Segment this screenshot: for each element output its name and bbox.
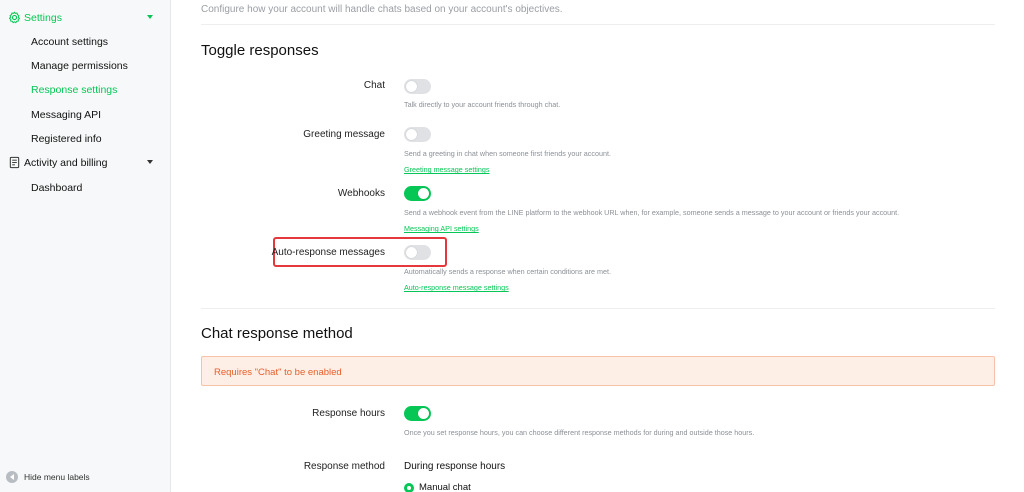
sidebar-section-activity-billing[interactable]: Activity and billing	[0, 151, 171, 175]
sidebar-item-manage-permissions[interactable]: Manage permissions	[31, 60, 128, 73]
webhooks-label: Webhooks	[337, 188, 385, 199]
collapse-arrow-icon	[6, 471, 18, 483]
webhooks-toggle[interactable]	[404, 186, 431, 201]
section-title-chat-response-method: Chat response method	[201, 325, 353, 342]
chevron-down-icon	[147, 15, 153, 19]
hide-menu-labels-text: Hide menu labels	[24, 472, 90, 482]
response-hours-description: Once you set response hours, you can cho…	[404, 428, 755, 437]
sidebar: Settings Account settings Manage permiss…	[0, 0, 171, 492]
toggle-knob	[406, 81, 417, 92]
webhooks-description: Send a webhook event from the LINE platf…	[404, 208, 900, 217]
chat-toggle[interactable]	[404, 79, 431, 94]
document-icon	[9, 156, 20, 169]
gear-icon	[8, 11, 21, 24]
sidebar-item-dashboard[interactable]: Dashboard	[31, 182, 82, 195]
messaging-api-settings-link[interactable]: Messaging API settings	[404, 224, 479, 233]
warning-banner: Requires "Chat" to be enabled	[201, 356, 995, 386]
chat-description: Talk directly to your account friends th…	[404, 100, 561, 109]
greeting-message-label: Greeting message	[303, 129, 385, 140]
toggle-knob	[406, 247, 417, 258]
page-intro: Configure how your account will handle c…	[201, 4, 563, 15]
sidebar-item-account-settings[interactable]: Account settings	[31, 36, 108, 49]
sidebar-item-messaging-api[interactable]: Messaging API	[31, 109, 101, 122]
sidebar-item-registered-info[interactable]: Registered info	[31, 133, 102, 146]
greeting-message-settings-link[interactable]: Greeting message settings	[404, 165, 490, 174]
sidebar-section-settings[interactable]: Settings	[0, 6, 171, 30]
response-hours-label: Response hours	[312, 408, 385, 419]
greeting-message-description: Send a greeting in chat when someone fir…	[404, 149, 611, 158]
warning-text: Requires "Chat" to be enabled	[214, 367, 342, 378]
manual-chat-option[interactable]: Manual chat	[404, 482, 471, 492]
toggle-knob	[406, 129, 417, 140]
toggle-knob	[418, 408, 429, 419]
auto-response-settings-link[interactable]: Auto-response message settings	[404, 283, 509, 292]
response-method-label: Response method	[303, 461, 385, 472]
manual-chat-radio[interactable]	[404, 482, 414, 492]
during-response-hours-label: During response hours	[404, 461, 506, 472]
manual-chat-label: Manual chat	[419, 482, 471, 492]
toggle-knob	[418, 188, 429, 199]
auto-response-description: Automatically sends a response when cert…	[404, 267, 611, 276]
main-content: Configure how your account will handle c…	[171, 0, 1024, 492]
greeting-message-toggle[interactable]	[404, 127, 431, 142]
section-title-toggle-responses: Toggle responses	[201, 42, 319, 59]
sidebar-item-response-settings[interactable]: Response settings	[31, 84, 117, 97]
chat-label: Chat	[363, 80, 385, 91]
divider	[201, 24, 995, 25]
auto-response-label: Auto-response messages	[271, 247, 385, 258]
sidebar-section-label: Activity and billing	[24, 157, 108, 169]
chevron-down-icon	[147, 160, 153, 164]
divider	[201, 308, 995, 309]
hide-menu-labels-button[interactable]: Hide menu labels	[6, 471, 90, 483]
auto-response-toggle[interactable]	[404, 245, 431, 260]
sidebar-section-label: Settings	[24, 12, 62, 24]
response-hours-toggle[interactable]	[404, 406, 431, 421]
